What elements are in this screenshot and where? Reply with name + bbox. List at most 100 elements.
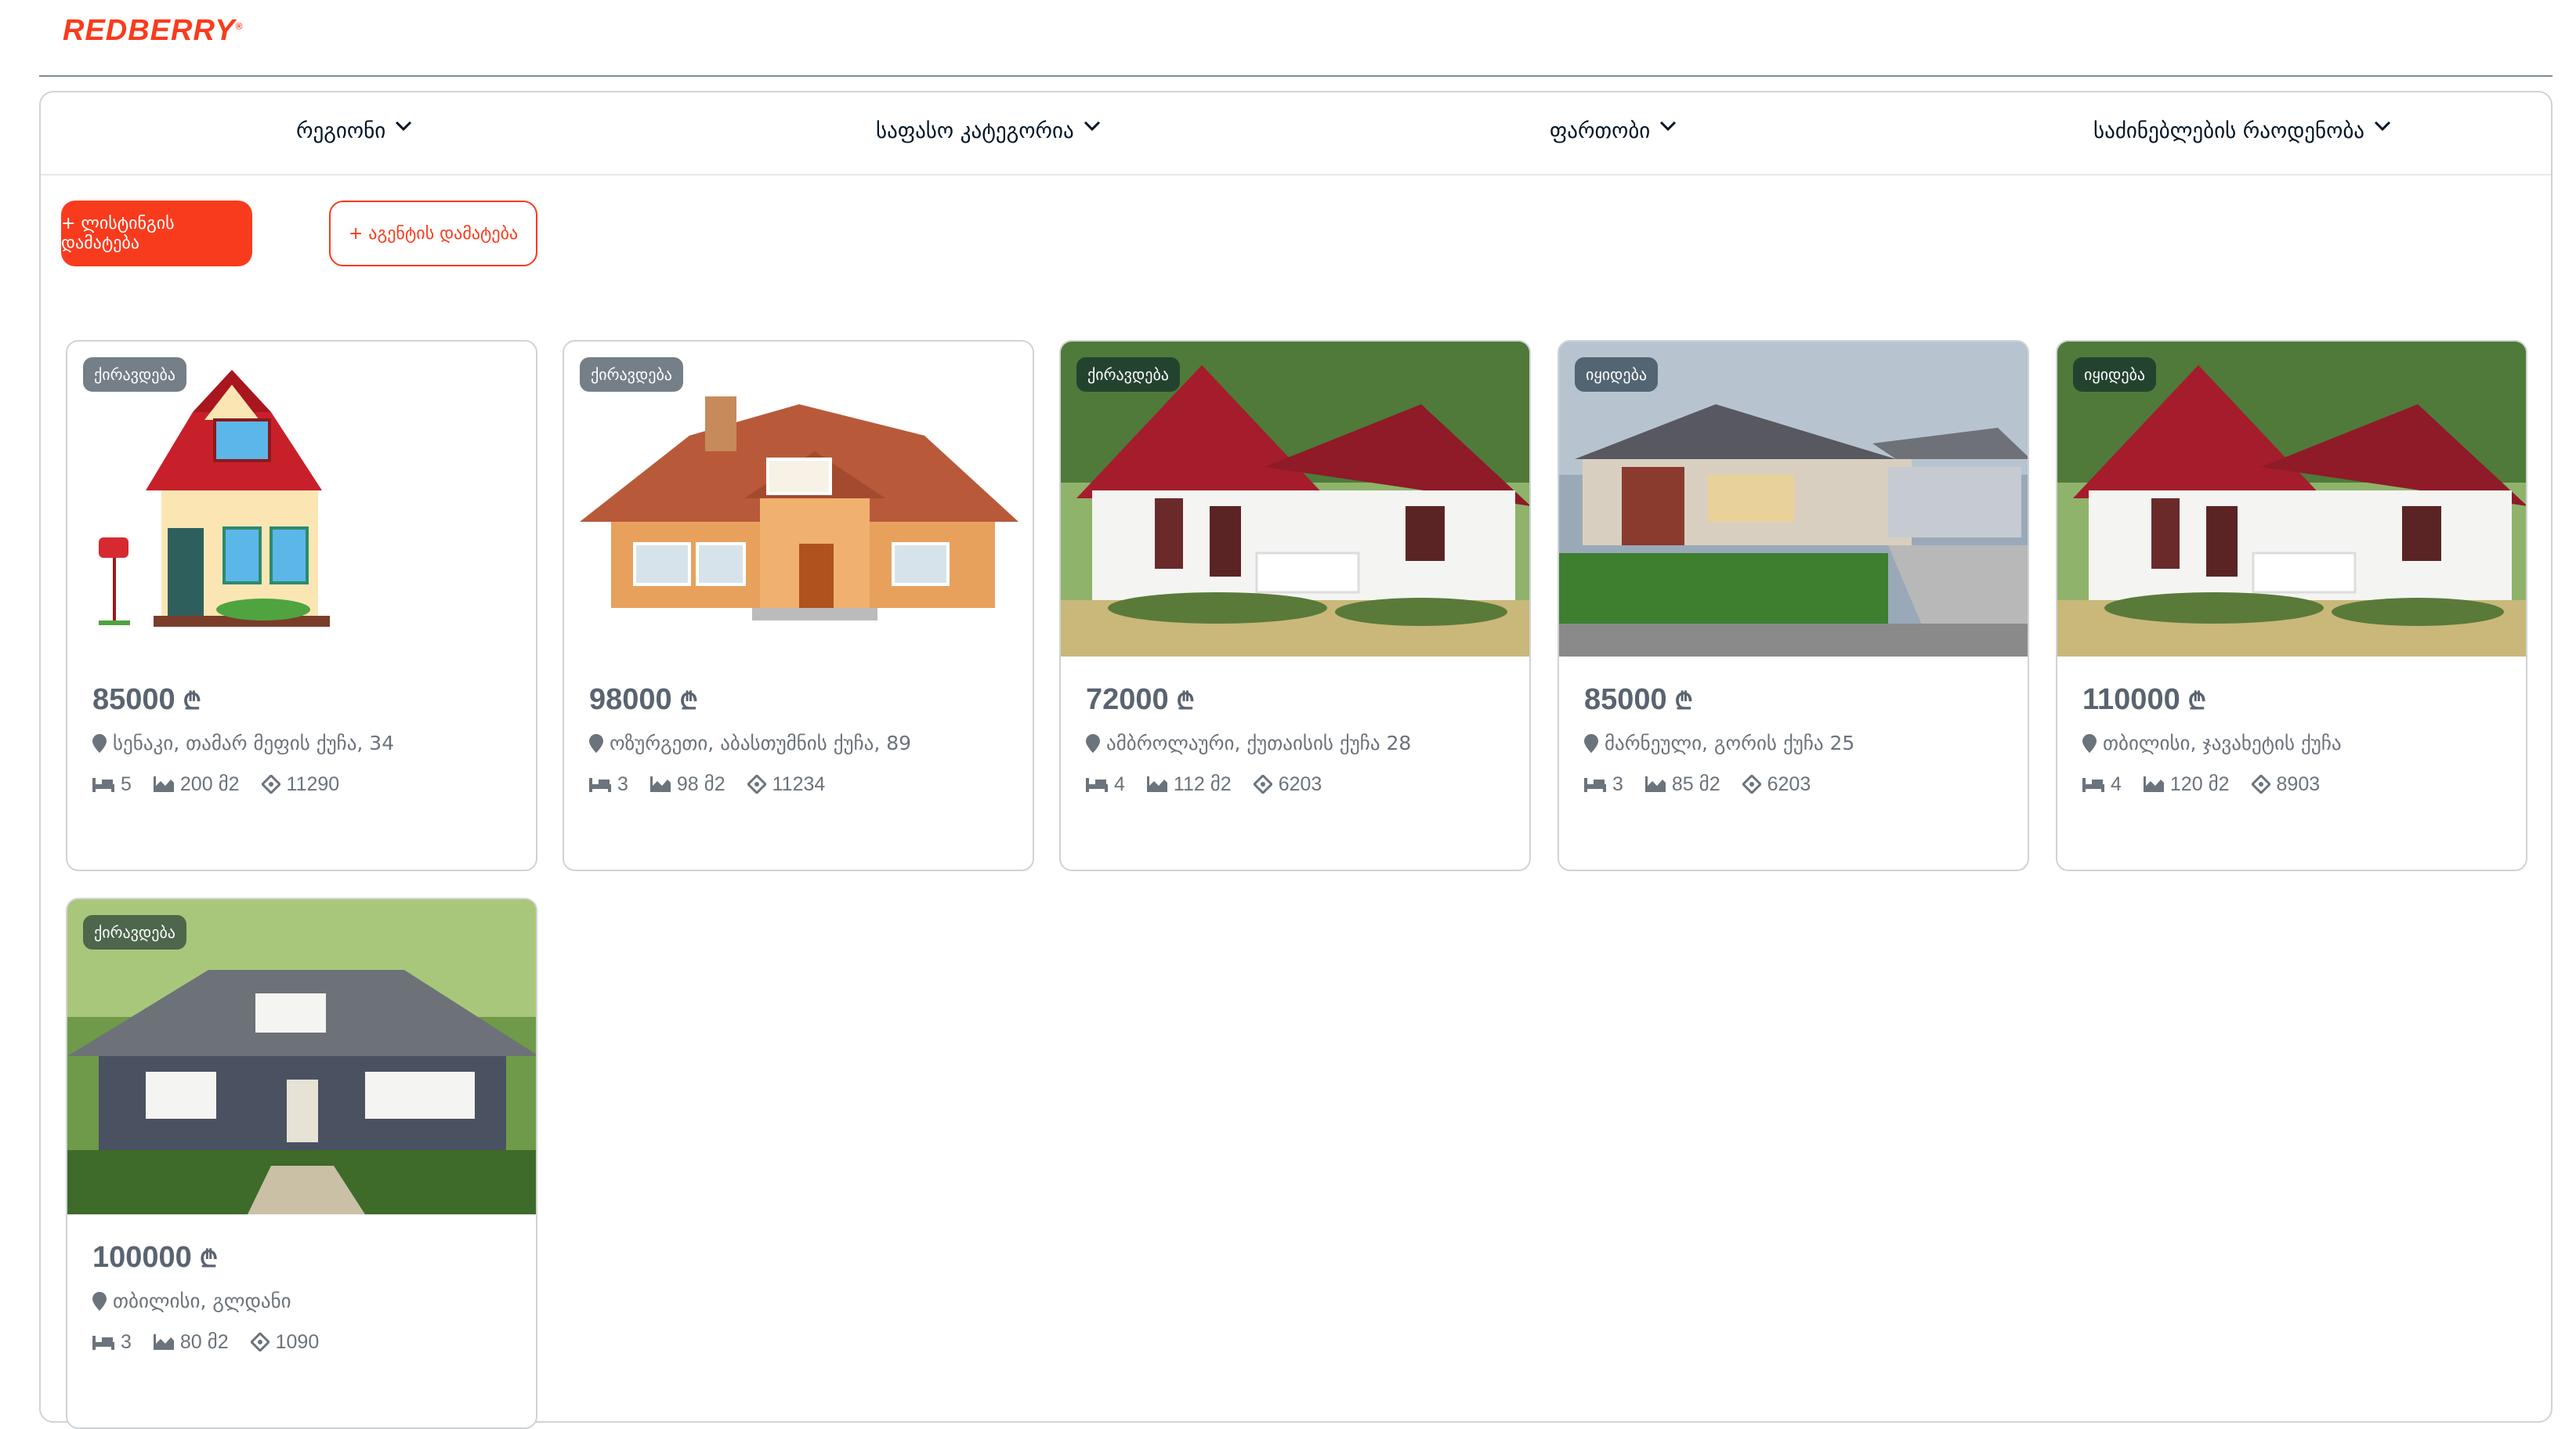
- address-text: სენაკი, თამარ მეფის ქუჩა, 34: [113, 732, 395, 754]
- zip: 1090: [250, 1330, 320, 1354]
- area-value: 200 მ2: [179, 773, 240, 795]
- logo-mark: ®: [235, 20, 244, 32]
- address-text: მარნეული, გორის ქუჩა 25: [1605, 732, 1855, 754]
- listing-meta: 3 98 მ2 11234: [589, 772, 825, 796]
- location-pin-icon: [2082, 733, 2097, 753]
- price-value: 72000: [1086, 683, 1169, 716]
- listing-address: ამბროლაური, ქუთაისის ქუჩა 28: [1086, 732, 1411, 754]
- listing-card[interactable]: ქირავდება 100000 ₾ თბილისი, გლდანი 3 80 მ…: [66, 898, 537, 1429]
- filter-price[interactable]: საფასო კატეგორია: [876, 119, 1100, 143]
- listing-meta: 3 80 მ2 1090: [92, 1330, 319, 1354]
- status-badge: ქირავდება: [83, 357, 186, 392]
- location-pin-icon: [589, 733, 603, 753]
- lari-icon: ₾: [2187, 689, 2206, 714]
- lari-icon: ₾: [1674, 689, 1693, 714]
- lari-icon: ₾: [1176, 689, 1195, 714]
- bed-icon: [1086, 778, 1108, 792]
- listing-price: 85000 ₾: [1584, 683, 1693, 717]
- listing-meta: 5 200 მ2 11290: [92, 772, 339, 796]
- area-value: 80 მ2: [179, 1331, 229, 1353]
- bed-icon: [1584, 778, 1606, 792]
- price-value: 98000: [589, 683, 672, 716]
- logo-text: REDBERRY: [63, 14, 236, 47]
- location-pin-icon: [92, 733, 107, 753]
- chevron-down-icon: [1084, 121, 1100, 135]
- filter-price-label: საფასო კატეგორია: [876, 119, 1074, 143]
- filter-bedrooms-label: საძინებლების რაოდენობა: [2093, 119, 2365, 143]
- filter-region-label: რეგიონი: [296, 119, 386, 143]
- status-badge: ქირავდება: [580, 357, 683, 392]
- zip-value: 6203: [1767, 772, 1811, 795]
- bedrooms: 3: [589, 773, 628, 796]
- bed-icon: [2082, 778, 2104, 792]
- zip-icon: [1253, 775, 1272, 794]
- zip-value: 1090: [275, 1330, 320, 1353]
- filter-area-label: ფართობი: [1550, 119, 1651, 143]
- listing-card[interactable]: ქირავდება 85000 ₾ სენაკი, თამარ მეფის ქუჩ…: [66, 340, 537, 871]
- listing-address: თბილისი, გლდანი: [92, 1290, 291, 1312]
- area: 80 მ2: [153, 1330, 229, 1354]
- listing-address: მარნეული, გორის ქუჩა 25: [1584, 732, 1854, 754]
- add-listing-button[interactable]: + ლისტინგის დამატება: [61, 201, 252, 266]
- zip: 11290: [261, 772, 340, 796]
- area: 200 მ2: [153, 772, 240, 796]
- bed-icon: [589, 778, 611, 792]
- area-icon: [1146, 776, 1167, 792]
- listing-address: ოზურგეთი, აბასთუმნის ქუჩა, 89: [589, 732, 911, 754]
- logo[interactable]: REDBERRY®: [63, 14, 243, 48]
- filter-bedrooms[interactable]: საძინებლების რაოდენობა: [2093, 119, 2391, 143]
- listing-card[interactable]: იყიდება 85000 ₾ მარნეული, გორის ქუჩა 25 3…: [1558, 340, 2029, 871]
- address-text: თბილისი, გლდანი: [113, 1290, 291, 1312]
- lari-icon: ₾: [183, 689, 201, 714]
- header-divider: [39, 75, 2552, 77]
- area-icon: [1644, 776, 1666, 792]
- filter-bar: რეგიონი საფასო კატეგორია ფართობი საძინებ…: [41, 92, 2551, 175]
- zip-icon: [261, 775, 280, 794]
- filter-area[interactable]: ფართობი: [1550, 119, 1677, 143]
- chevron-down-icon: [1659, 121, 1677, 135]
- zip: 11234: [747, 773, 825, 796]
- listing-address: სენაკი, თამარ მეფის ქუჩა, 34: [92, 732, 394, 754]
- filter-region[interactable]: რეგიონი: [296, 119, 412, 143]
- bedrooms-value: 3: [617, 772, 628, 795]
- location-pin-icon: [1086, 733, 1100, 753]
- status-badge: ქირავდება: [83, 915, 186, 950]
- price-value: 85000: [1584, 683, 1667, 716]
- listing-price: 85000 ₾: [92, 683, 201, 717]
- zip: 6203: [1742, 773, 1811, 796]
- area-icon: [153, 1334, 174, 1350]
- zip-value: 11290: [286, 772, 340, 795]
- location-pin-icon: [1584, 733, 1598, 753]
- area-value: 85 მ2: [1671, 773, 1720, 795]
- bedrooms-value: 4: [1114, 772, 1125, 795]
- area: 120 მ2: [2143, 772, 2230, 796]
- listing-card[interactable]: ქირავდება 98000 ₾ ოზურგეთი, აბასთუმნის ქუ…: [563, 340, 1034, 871]
- address-text: ამბროლაური, ქუთაისის ქუჩა 28: [1106, 732, 1412, 754]
- address-text: ოზურგეთი, აბასთუმნის ქუჩა, 89: [610, 732, 912, 754]
- bedrooms: 5: [92, 773, 132, 796]
- listing-card[interactable]: იყიდება 110000 ₾ თბილისი, ჯავახეტის ქუჩა …: [2056, 340, 2527, 871]
- listing-price: 110000 ₾: [2082, 683, 2206, 717]
- bedrooms-value: 3: [121, 1330, 132, 1353]
- listing-meta: 4 112 მ2 6203: [1086, 772, 1322, 796]
- listing-price: 98000 ₾: [589, 683, 698, 717]
- lari-icon: ₾: [199, 1246, 218, 1272]
- listing-address: თბილისი, ჯავახეტის ქუჩა: [2082, 732, 2342, 754]
- status-badge: იყიდება: [2073, 357, 2157, 392]
- add-agent-button[interactable]: + აგენტის დამატება: [329, 201, 537, 266]
- zip-icon: [747, 775, 766, 794]
- listing-card[interactable]: ქირავდება 72000 ₾ ამბროლაური, ქუთაისის ქუ…: [1059, 340, 1531, 871]
- zip-icon: [2251, 775, 2270, 794]
- area-icon: [2143, 776, 2164, 792]
- area-icon: [153, 776, 174, 792]
- area: 85 მ2: [1644, 772, 1720, 796]
- chevron-down-icon: [395, 121, 412, 135]
- listing-price: 100000 ₾: [92, 1241, 218, 1275]
- main-panel: რეგიონი საფასო კატეგორია ფართობი საძინებ…: [39, 91, 2552, 1429]
- location-pin-icon: [92, 1291, 107, 1311]
- listing-meta: 3 85 მ2 6203: [1584, 772, 1811, 796]
- lari-icon: ₾: [679, 689, 698, 714]
- area-icon: [649, 776, 671, 792]
- bedrooms: 4: [1086, 773, 1125, 796]
- price-value: 110000: [2082, 683, 2180, 716]
